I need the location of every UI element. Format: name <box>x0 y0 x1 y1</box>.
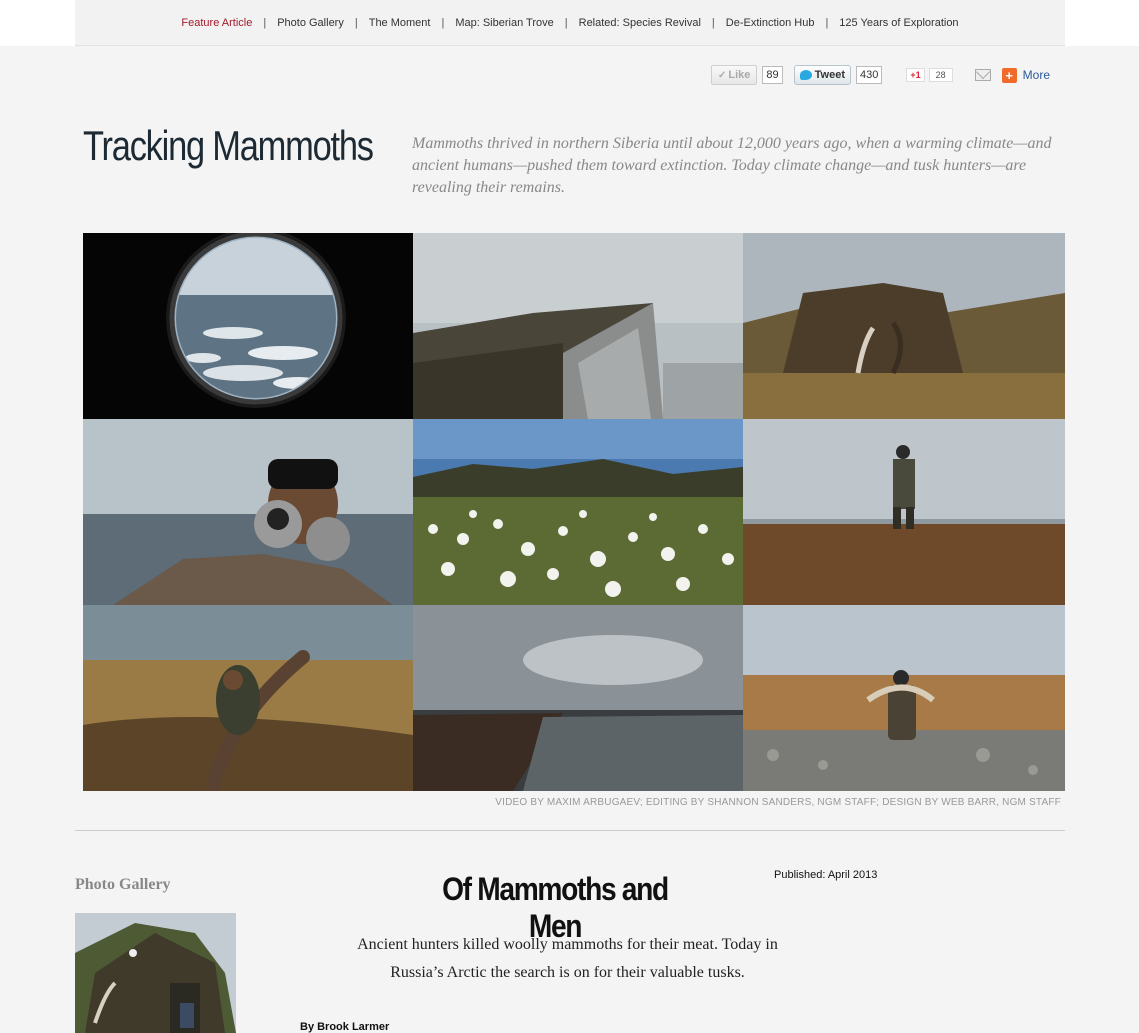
published-date: Published: April 2013 <box>774 869 878 881</box>
share-more-plus-icon[interactable]: + <box>1001 67 1017 83</box>
tweet-label: Tweet <box>814 69 846 81</box>
walking-hunter-photo[interactable] <box>743 419 1065 605</box>
gplus-label: +1 <box>910 70 921 80</box>
article-dek: Ancient hunters killed woolly mammoths f… <box>357 936 778 981</box>
page-margin-right <box>1065 0 1139 46</box>
like-label: Like <box>728 69 751 81</box>
social-share-bar: ✓ Like 89 Tweet 430 +1 28 + More <box>711 64 1050 86</box>
twitter-bird-icon <box>799 70 812 80</box>
nav-item-125-years[interactable]: 125 Years of Exploration <box>828 17 969 29</box>
man-with-binoculars-photo[interactable] <box>83 419 413 605</box>
page-title: Tracking Mammoths <box>83 122 374 169</box>
photo-gallery-label[interactable]: Photo Gallery <box>75 876 171 894</box>
like-count: 89 <box>762 66 783 84</box>
porthole-sea-ice-photo[interactable] <box>83 233 413 419</box>
man-holding-tusk-photo[interactable] <box>83 605 413 791</box>
nav-item-de-extinction-hub[interactable]: De-Extinction Hub <box>715 17 826 29</box>
nav-item-photo-gallery[interactable]: Photo Gallery <box>266 17 355 29</box>
man-carrying-tusk-photo[interactable] <box>743 605 1065 791</box>
photo-gallery-thumbnail[interactable] <box>75 913 236 1033</box>
page-margin-left <box>0 0 75 46</box>
check-icon: ✓ <box>718 69 727 81</box>
tweet-count: 430 <box>856 66 883 84</box>
email-icon[interactable] <box>974 69 991 81</box>
page-dek: Mammoths thrived in northern Siberia unt… <box>412 135 1052 196</box>
tweet-button[interactable]: Tweet <box>793 65 852 85</box>
video-credit: VIDEO BY MAXIM ARBUGAEV; EDITING BY SHAN… <box>495 797 1061 808</box>
nav-item-related[interactable]: Related: Species Revival <box>568 17 712 29</box>
foggy-cliff-photo[interactable] <box>413 233 743 419</box>
cotton-grass-field-photo[interactable] <box>413 419 743 605</box>
sod-hut-with-tusks-photo[interactable] <box>743 233 1065 419</box>
section-divider <box>75 830 1065 831</box>
nav-item-feature-article[interactable]: Feature Article <box>170 17 263 29</box>
top-navigation: Feature Article | Photo Gallery | The Mo… <box>75 0 1065 46</box>
article-byline: By Brook Larmer <box>300 1021 390 1033</box>
nav-item-the-moment[interactable]: The Moment <box>358 17 442 29</box>
share-more-link[interactable]: More <box>1023 68 1050 82</box>
video-photo-grid[interactable] <box>83 233 1065 791</box>
nav-item-map[interactable]: Map: Siberian Trove <box>444 17 564 29</box>
google-plus-button[interactable]: +1 <box>906 68 925 82</box>
stormy-shoreline-photo[interactable] <box>413 605 743 791</box>
gplus-count: 28 <box>928 68 953 82</box>
facebook-like-button[interactable]: ✓ Like <box>711 65 758 85</box>
